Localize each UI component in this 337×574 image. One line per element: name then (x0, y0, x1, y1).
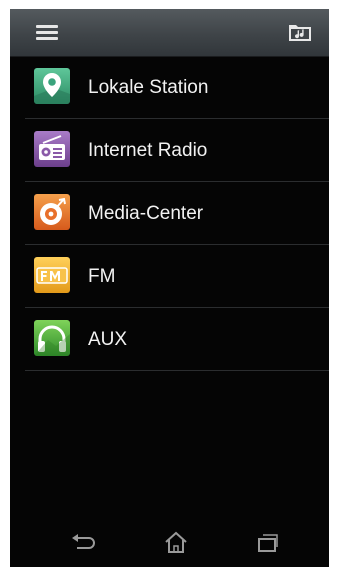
location-pin-icon (34, 68, 70, 104)
menu-item-label: Internet Radio (88, 140, 208, 161)
top-action-bar (10, 9, 329, 57)
app-screen: Lokale Station Internet Radio Media-Cent… (10, 9, 329, 567)
radio-icon (34, 131, 70, 167)
home-icon[interactable] (161, 529, 191, 557)
menu-item-internet-radio[interactable]: Internet Radio (10, 119, 329, 182)
fm-icon (34, 257, 70, 293)
headphones-icon (34, 320, 70, 356)
menu-item-lokale-station[interactable]: Lokale Station (10, 56, 329, 119)
system-navigation-bar (10, 521, 329, 567)
back-icon[interactable] (69, 529, 99, 557)
recent-apps-icon[interactable] (253, 529, 283, 557)
menu-item-aux[interactable]: AUX (10, 308, 329, 371)
menu-item-label: AUX (88, 329, 128, 350)
disc-icon (34, 194, 70, 230)
menu-item-media-center[interactable]: Media-Center (10, 182, 329, 245)
menu-item-label: FM (88, 266, 116, 287)
folder-music-icon[interactable] (287, 20, 313, 44)
menu-item-fm[interactable]: FM (10, 245, 329, 308)
menu-item-label: Media-Center (88, 203, 204, 224)
source-menu-list: Lokale Station Internet Radio Media-Cent… (10, 56, 329, 371)
hamburger-menu-icon[interactable] (36, 23, 58, 41)
menu-item-label: Lokale Station (88, 77, 209, 98)
